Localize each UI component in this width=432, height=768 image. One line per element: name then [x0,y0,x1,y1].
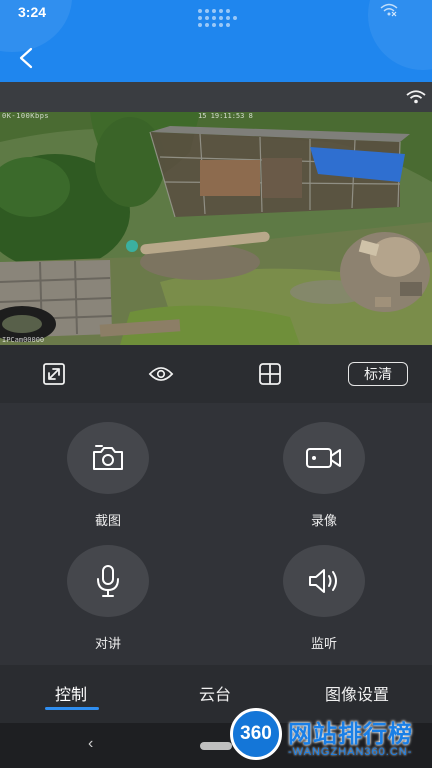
fullscreen-icon [43,363,65,385]
site-watermark: 360 网站排行榜 -WANGZHAN360.CN- [228,706,432,768]
notification-dots-icon [198,9,246,27]
tab-ptz[interactable]: 云台 [199,681,231,705]
video-camera-icon [306,448,341,468]
watermark-badge: 360 [230,708,282,760]
talk-label: 对讲 [94,636,121,651]
video-info-bar [0,82,432,112]
video-timestamp-overlay: 15 19:11:53 8 [198,112,253,120]
speaker-icon [309,569,337,593]
control-panel: 截图 录像 对讲 监听 [0,403,432,665]
fullscreen-button[interactable] [41,361,67,387]
watermark-title: 网站排行榜 [288,721,413,748]
tab-image-settings[interactable]: 图像设置 [325,681,389,705]
back-button[interactable] [12,44,40,72]
talk-button[interactable]: 对讲 [63,545,153,652]
listen-button[interactable]: 监听 [279,545,369,652]
status-time: 3:24 [18,4,47,20]
system-back-button[interactable]: ‹ [88,735,93,753]
eye-icon [148,367,174,381]
view-toggle-button[interactable] [148,361,174,387]
screenshot-button-circle[interactable] [67,422,149,494]
app-root: 3:24 0K-100Kbps 15 19:11:53 8 IPCam00000… [0,0,432,768]
video-bitrate-overlay: 0K-100Kbps [2,112,50,120]
microphone-icon [97,565,119,597]
watermark-subtitle: -WANGZHAN360.CN- [288,746,413,758]
screenshot-label: 截图 [94,513,121,528]
top-header: 3:24 [0,0,432,82]
camera-name-overlay: IPCam00000 [2,336,45,344]
screenshot-button[interactable]: 截图 [63,422,153,529]
listen-label: 监听 [310,636,337,651]
live-video-feed[interactable]: 0K-100Kbps 15 19:11:53 8 IPCam00000 [0,112,432,345]
quality-button[interactable]: 标清 [348,362,408,386]
record-button[interactable]: 录像 [279,422,369,529]
camera-icon [93,445,123,470]
wifi-off-icon [380,3,398,17]
grid-icon [259,363,281,385]
record-button-circle[interactable] [283,422,365,494]
tab-control[interactable]: 控制 [55,681,87,705]
record-label: 录像 [310,513,337,528]
active-tab-indicator [45,707,99,710]
talk-button-circle[interactable] [67,545,149,617]
listen-button-circle[interactable] [283,545,365,617]
wifi-signal-icon [406,90,426,104]
header-decoration [368,0,432,70]
chevron-left-icon [19,47,33,69]
camera-scene-image [0,112,432,345]
split-screen-button[interactable] [257,361,283,387]
